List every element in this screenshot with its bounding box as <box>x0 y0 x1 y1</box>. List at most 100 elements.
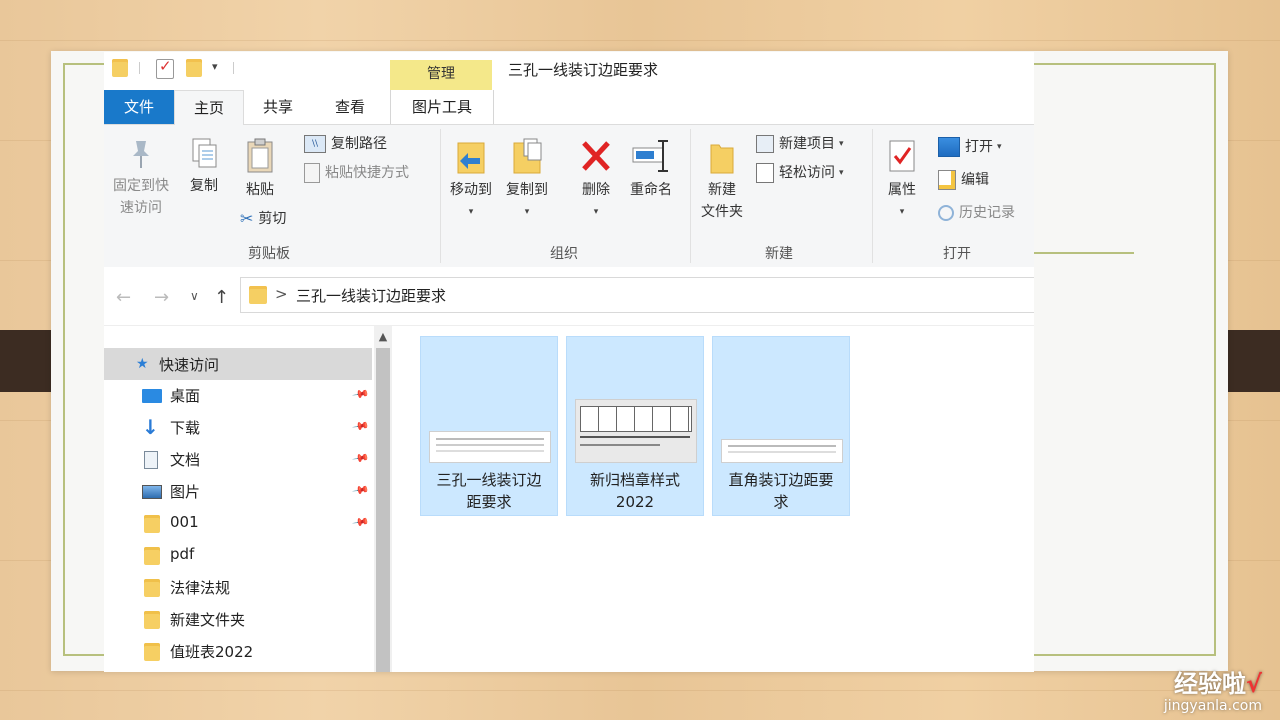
new-folder-label-line2: 文件夹 <box>701 204 743 220</box>
folder-icon <box>144 643 160 661</box>
copy-to-label: 复制到 <box>506 182 548 198</box>
quick-access-item[interactable]: ★ 快速访问 <box>104 348 372 380</box>
file-name: 新归档章样式 2022 <box>589 471 680 511</box>
new-folder-label-line1: 新建 <box>708 182 736 198</box>
edit-icon <box>938 170 956 190</box>
copy-label: 复制 <box>190 178 218 194</box>
scroll-up-icon[interactable]: ▲ <box>374 328 392 346</box>
copy-icon <box>192 138 217 168</box>
file-tile[interactable]: 直角装订边距要求 <box>712 336 850 516</box>
copy-to-icon <box>513 138 542 174</box>
file-tile[interactable]: 三孔一线装订边 距要求 <box>420 336 558 516</box>
folder-icon <box>144 579 160 597</box>
rename-button[interactable]: 重命名 <box>624 137 678 201</box>
tab-picture-tools[interactable]: 图片工具 <box>390 90 494 124</box>
nav-item-downloads[interactable]: ↓ 下载 📌 <box>104 412 372 444</box>
move-to-button[interactable]: 移动到 ▾ <box>446 137 496 223</box>
address-folder-icon <box>249 286 267 304</box>
nav-item-duty-roster-2022[interactable]: 值班表2022 <box>104 636 372 668</box>
document-icon <box>144 451 158 469</box>
history-button[interactable]: 历史记录 <box>938 203 1015 223</box>
move-to-label: 移动到 <box>450 182 492 198</box>
copy-to-button[interactable]: 复制到 ▾ <box>502 137 552 223</box>
paste-icon <box>247 138 273 173</box>
frame-accent-line <box>1034 252 1134 254</box>
folder-icon[interactable] <box>112 59 128 77</box>
properties-label: 属性 <box>888 182 916 198</box>
pin-icon[interactable]: 📌 <box>352 481 371 500</box>
window-title: 三孔一线装订边距要求 <box>508 61 659 79</box>
tab-file[interactable]: 文件 <box>104 90 174 124</box>
folder-icon <box>144 547 160 565</box>
delete-icon <box>582 141 610 171</box>
nav-item-desktop[interactable]: 桌面 📌 <box>104 380 372 412</box>
properties-button[interactable]: 属性 ▾ <box>880 137 924 223</box>
pin-icon[interactable]: 📌 <box>352 385 371 404</box>
file-tile[interactable]: 新归档章样式 2022 <box>566 336 704 516</box>
scroll-thumb[interactable] <box>376 348 390 672</box>
file-thumbnail <box>575 399 697 463</box>
recent-locations-icon[interactable]: ∨ <box>190 289 199 303</box>
ribbon-tabs: 文件 主页 共享 查看 图片工具 <box>104 90 1034 126</box>
tab-view[interactable]: 查看 <box>318 90 382 124</box>
up-arrow-icon[interactable]: ↑ <box>214 287 229 308</box>
paste-label: 粘贴 <box>246 182 274 198</box>
properties-icon[interactable] <box>156 57 174 79</box>
easy-access-icon <box>756 163 774 183</box>
move-to-icon <box>457 142 485 174</box>
copy-path-button[interactable]: \\ 复制路径 <box>304 134 387 154</box>
pin-label-line1: 固定到快 <box>113 178 169 194</box>
forward-arrow-icon[interactable]: → <box>154 287 169 308</box>
nav-item-laws[interactable]: 法律法规 <box>104 572 372 604</box>
new-item-icon <box>756 135 774 153</box>
file-explorer-window: ▾ 管理 三孔一线装订边距要求 文件 主页 共享 查看 图片工具 固定到快 速访… <box>104 52 1034 672</box>
file-thumbnail <box>429 431 551 463</box>
customize-quick-access-icon[interactable]: ▾ <box>212 60 218 73</box>
group-label-organize: 组织 <box>550 246 578 262</box>
pin-to-quick-access-button[interactable]: 固定到快 速访问 <box>106 137 176 219</box>
open-button[interactable]: 打开 ▾ <box>938 137 1002 157</box>
tab-manage[interactable]: 管理 <box>390 60 492 90</box>
new-folder-button[interactable]: 新建 文件夹 <box>694 137 750 223</box>
new-folder-icon <box>710 144 734 174</box>
nav-item-001[interactable]: 001 📌 <box>104 508 372 540</box>
properties-icon <box>889 140 915 172</box>
paste-button[interactable]: 粘贴 <box>238 137 282 201</box>
open-picture-icon <box>938 137 960 157</box>
nav-item-new-folder[interactable]: 新建文件夹 <box>104 604 372 636</box>
group-label-new: 新建 <box>765 246 793 262</box>
file-thumbnail <box>721 439 843 463</box>
copy-path-icon: \\ <box>304 135 326 153</box>
nav-item-pictures[interactable]: 图片 📌 <box>104 476 372 508</box>
tab-home[interactable]: 主页 <box>174 90 244 126</box>
new-folder-icon[interactable] <box>186 59 202 77</box>
nav-item-pdf[interactable]: pdf <box>104 540 372 572</box>
nav-pane-scrollbar[interactable]: ▲ <box>374 326 392 672</box>
pin-icon <box>133 141 149 168</box>
desktop-icon <box>142 389 162 403</box>
delete-button[interactable]: 删除 ▾ <box>574 137 618 223</box>
pin-icon[interactable]: 📌 <box>352 513 371 532</box>
new-item-button[interactable]: 新建项目 ▾ <box>756 134 844 154</box>
rename-icon <box>632 140 668 172</box>
group-label-clipboard: 剪贴板 <box>248 246 290 262</box>
breadcrumb[interactable]: 三孔一线装订边距要求 <box>296 285 446 306</box>
pin-icon[interactable]: 📌 <box>352 417 371 436</box>
back-arrow-icon[interactable]: ← <box>116 287 131 308</box>
nav-item-documents[interactable]: 文档 📌 <box>104 444 372 476</box>
rename-label: 重命名 <box>630 182 672 198</box>
paste-shortcut-button[interactable]: 粘贴快捷方式 <box>304 163 409 183</box>
delete-label: 删除 <box>582 182 610 198</box>
tab-share[interactable]: 共享 <box>246 90 310 124</box>
file-list: 三孔一线装订边 距要求 新归档章样式 2022 直角装订边距要求 <box>394 326 1034 672</box>
group-label-open: 打开 <box>943 246 971 262</box>
file-name: 直角装订边距要求 <box>728 471 834 511</box>
edit-button[interactable]: 编辑 <box>938 170 989 190</box>
watermark: 经验啦√ jingyanla.com <box>1164 670 1262 714</box>
easy-access-button[interactable]: 轻松访问 ▾ <box>756 163 844 183</box>
copy-button[interactable]: 复制 <box>182 137 226 197</box>
pin-icon[interactable]: 📌 <box>352 449 371 468</box>
navigation-pane: ★ 快速访问 桌面 📌 ↓ 下载 📌 文档 📌 图片 📌 001 📌 pdf 法… <box>104 326 374 672</box>
cut-button[interactable]: ✂ 剪切 <box>240 209 286 229</box>
address-bar[interactable]: > 三孔一线装订边距要求 <box>240 277 1034 313</box>
